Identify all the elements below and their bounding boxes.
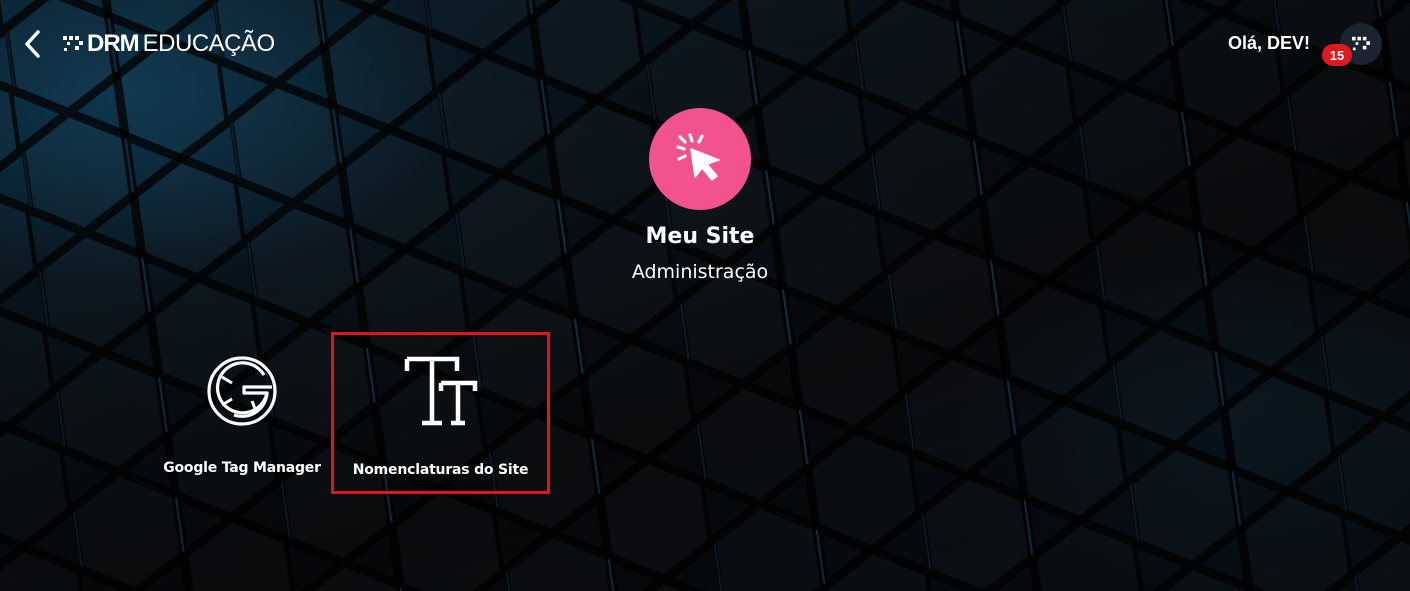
tile-label: Google Tag Manager <box>163 460 321 476</box>
page-subtitle: Administração <box>631 261 769 283</box>
tile-label: Nomenclaturas do Site <box>352 462 529 478</box>
hexagon-background <box>0 0 1410 591</box>
chevron-left-icon <box>25 30 40 58</box>
drm-logo-mark-icon <box>63 36 83 51</box>
back-button[interactable] <box>18 28 48 60</box>
cursor-click-icon <box>676 133 720 181</box>
user-greeting: Olá, DEV! <box>1227 33 1310 53</box>
logo-text-bold: DRM <box>87 30 140 57</box>
nomenclaturas-do-site-tile[interactable]: Nomenclaturas do Site <box>331 332 550 494</box>
text-size-icon <box>404 356 477 426</box>
logo-text-light: EDUCAÇÃO <box>142 30 276 57</box>
drm-logo-mark-icon <box>1352 36 1370 51</box>
google-tag-manager-tile[interactable]: Google Tag Manager <box>134 333 350 493</box>
drm-educacao-logo[interactable]: DRM EDUCAÇÃO <box>62 30 275 58</box>
page: DRM EDUCAÇÃO Olá, DEV! 15 Meu Site Admin… <box>0 0 1410 591</box>
notification-badge[interactable]: 15 <box>1322 44 1352 66</box>
google-g-icon <box>207 356 277 426</box>
meu-site-icon-circle <box>649 108 751 210</box>
page-title: Meu Site <box>645 224 755 249</box>
